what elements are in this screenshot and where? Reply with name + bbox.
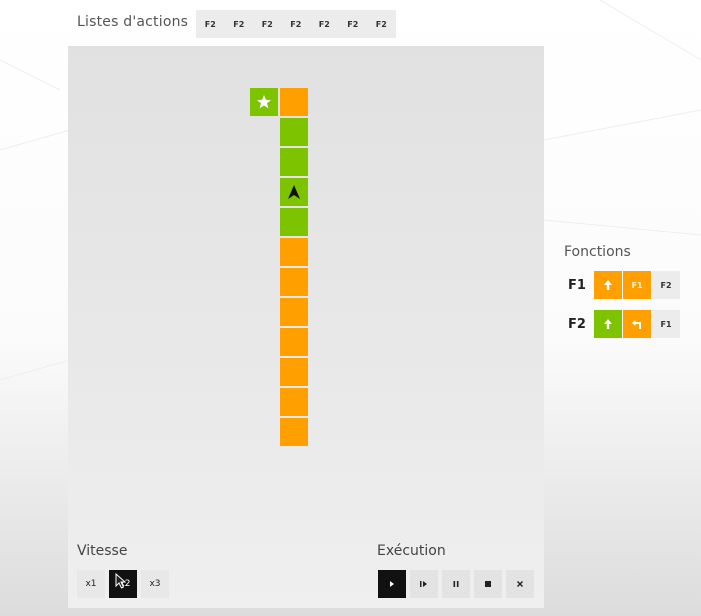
arrow-up-icon bbox=[604, 280, 612, 290]
pause-icon bbox=[453, 581, 459, 587]
board-cell-orange bbox=[280, 328, 308, 356]
board-cell-green bbox=[280, 148, 308, 176]
function-slot[interactable]: F1 bbox=[623, 271, 651, 299]
speed-x1-button[interactable]: x1 bbox=[77, 570, 105, 598]
mouse-cursor-icon bbox=[115, 573, 127, 589]
speed-x2-button[interactable]: x2 bbox=[109, 570, 137, 598]
board-cell-orange bbox=[280, 298, 308, 326]
step-button[interactable] bbox=[410, 570, 438, 598]
function-row-f2: F2 F1 bbox=[568, 310, 681, 338]
star-icon bbox=[250, 88, 278, 116]
reset-button[interactable] bbox=[506, 570, 534, 598]
stop-icon bbox=[485, 581, 491, 587]
board-cell-green bbox=[250, 88, 278, 116]
board-cell-orange bbox=[280, 268, 308, 296]
actions-list: F2 F2 F2 F2 F2 F2 F2 bbox=[196, 10, 396, 38]
step-icon bbox=[420, 581, 427, 587]
reset-icon bbox=[517, 581, 523, 587]
action-slot[interactable]: F2 bbox=[310, 10, 339, 38]
board-cell-orange bbox=[280, 88, 308, 116]
functions-title: Fonctions bbox=[564, 244, 631, 260]
action-slot[interactable]: F2 bbox=[225, 10, 254, 38]
board-cell-orange bbox=[280, 418, 308, 446]
board-cell-orange bbox=[280, 358, 308, 386]
function-slot[interactable]: F1 bbox=[652, 310, 680, 338]
board-cell-green bbox=[280, 178, 308, 206]
game-board: Vitesse x1 x2 x3 Exécution bbox=[68, 46, 544, 608]
action-slot[interactable]: F2 bbox=[282, 10, 311, 38]
pause-button[interactable] bbox=[442, 570, 470, 598]
stop-button[interactable] bbox=[474, 570, 502, 598]
action-slot[interactable]: F2 bbox=[196, 10, 225, 38]
speed-x3-button[interactable]: x3 bbox=[141, 570, 169, 598]
function-slot[interactable] bbox=[594, 310, 622, 338]
board-cell-orange bbox=[280, 388, 308, 416]
action-slot[interactable]: F2 bbox=[253, 10, 282, 38]
function-name: F2 bbox=[568, 316, 586, 332]
board-cell-orange bbox=[280, 238, 308, 266]
turn-left-icon bbox=[632, 320, 641, 329]
board-cell-green bbox=[280, 208, 308, 236]
function-name: F1 bbox=[568, 277, 586, 293]
function-slot[interactable] bbox=[623, 310, 651, 338]
function-slot[interactable] bbox=[594, 271, 622, 299]
play-icon bbox=[390, 581, 394, 587]
actions-list-title: Listes d'actions bbox=[77, 14, 189, 30]
action-slot[interactable]: F2 bbox=[339, 10, 368, 38]
function-slot[interactable]: F2 bbox=[652, 271, 680, 299]
speed-label: Vitesse bbox=[77, 543, 128, 559]
action-slot[interactable]: F2 bbox=[367, 10, 396, 38]
execution-label: Exécution bbox=[377, 543, 446, 559]
board-cell-green bbox=[280, 118, 308, 146]
function-row-f1: F1 F1 F2 bbox=[568, 271, 681, 299]
play-button[interactable] bbox=[378, 570, 406, 598]
robot-arrow-up-icon bbox=[280, 178, 308, 206]
arrow-up-icon bbox=[604, 319, 612, 329]
